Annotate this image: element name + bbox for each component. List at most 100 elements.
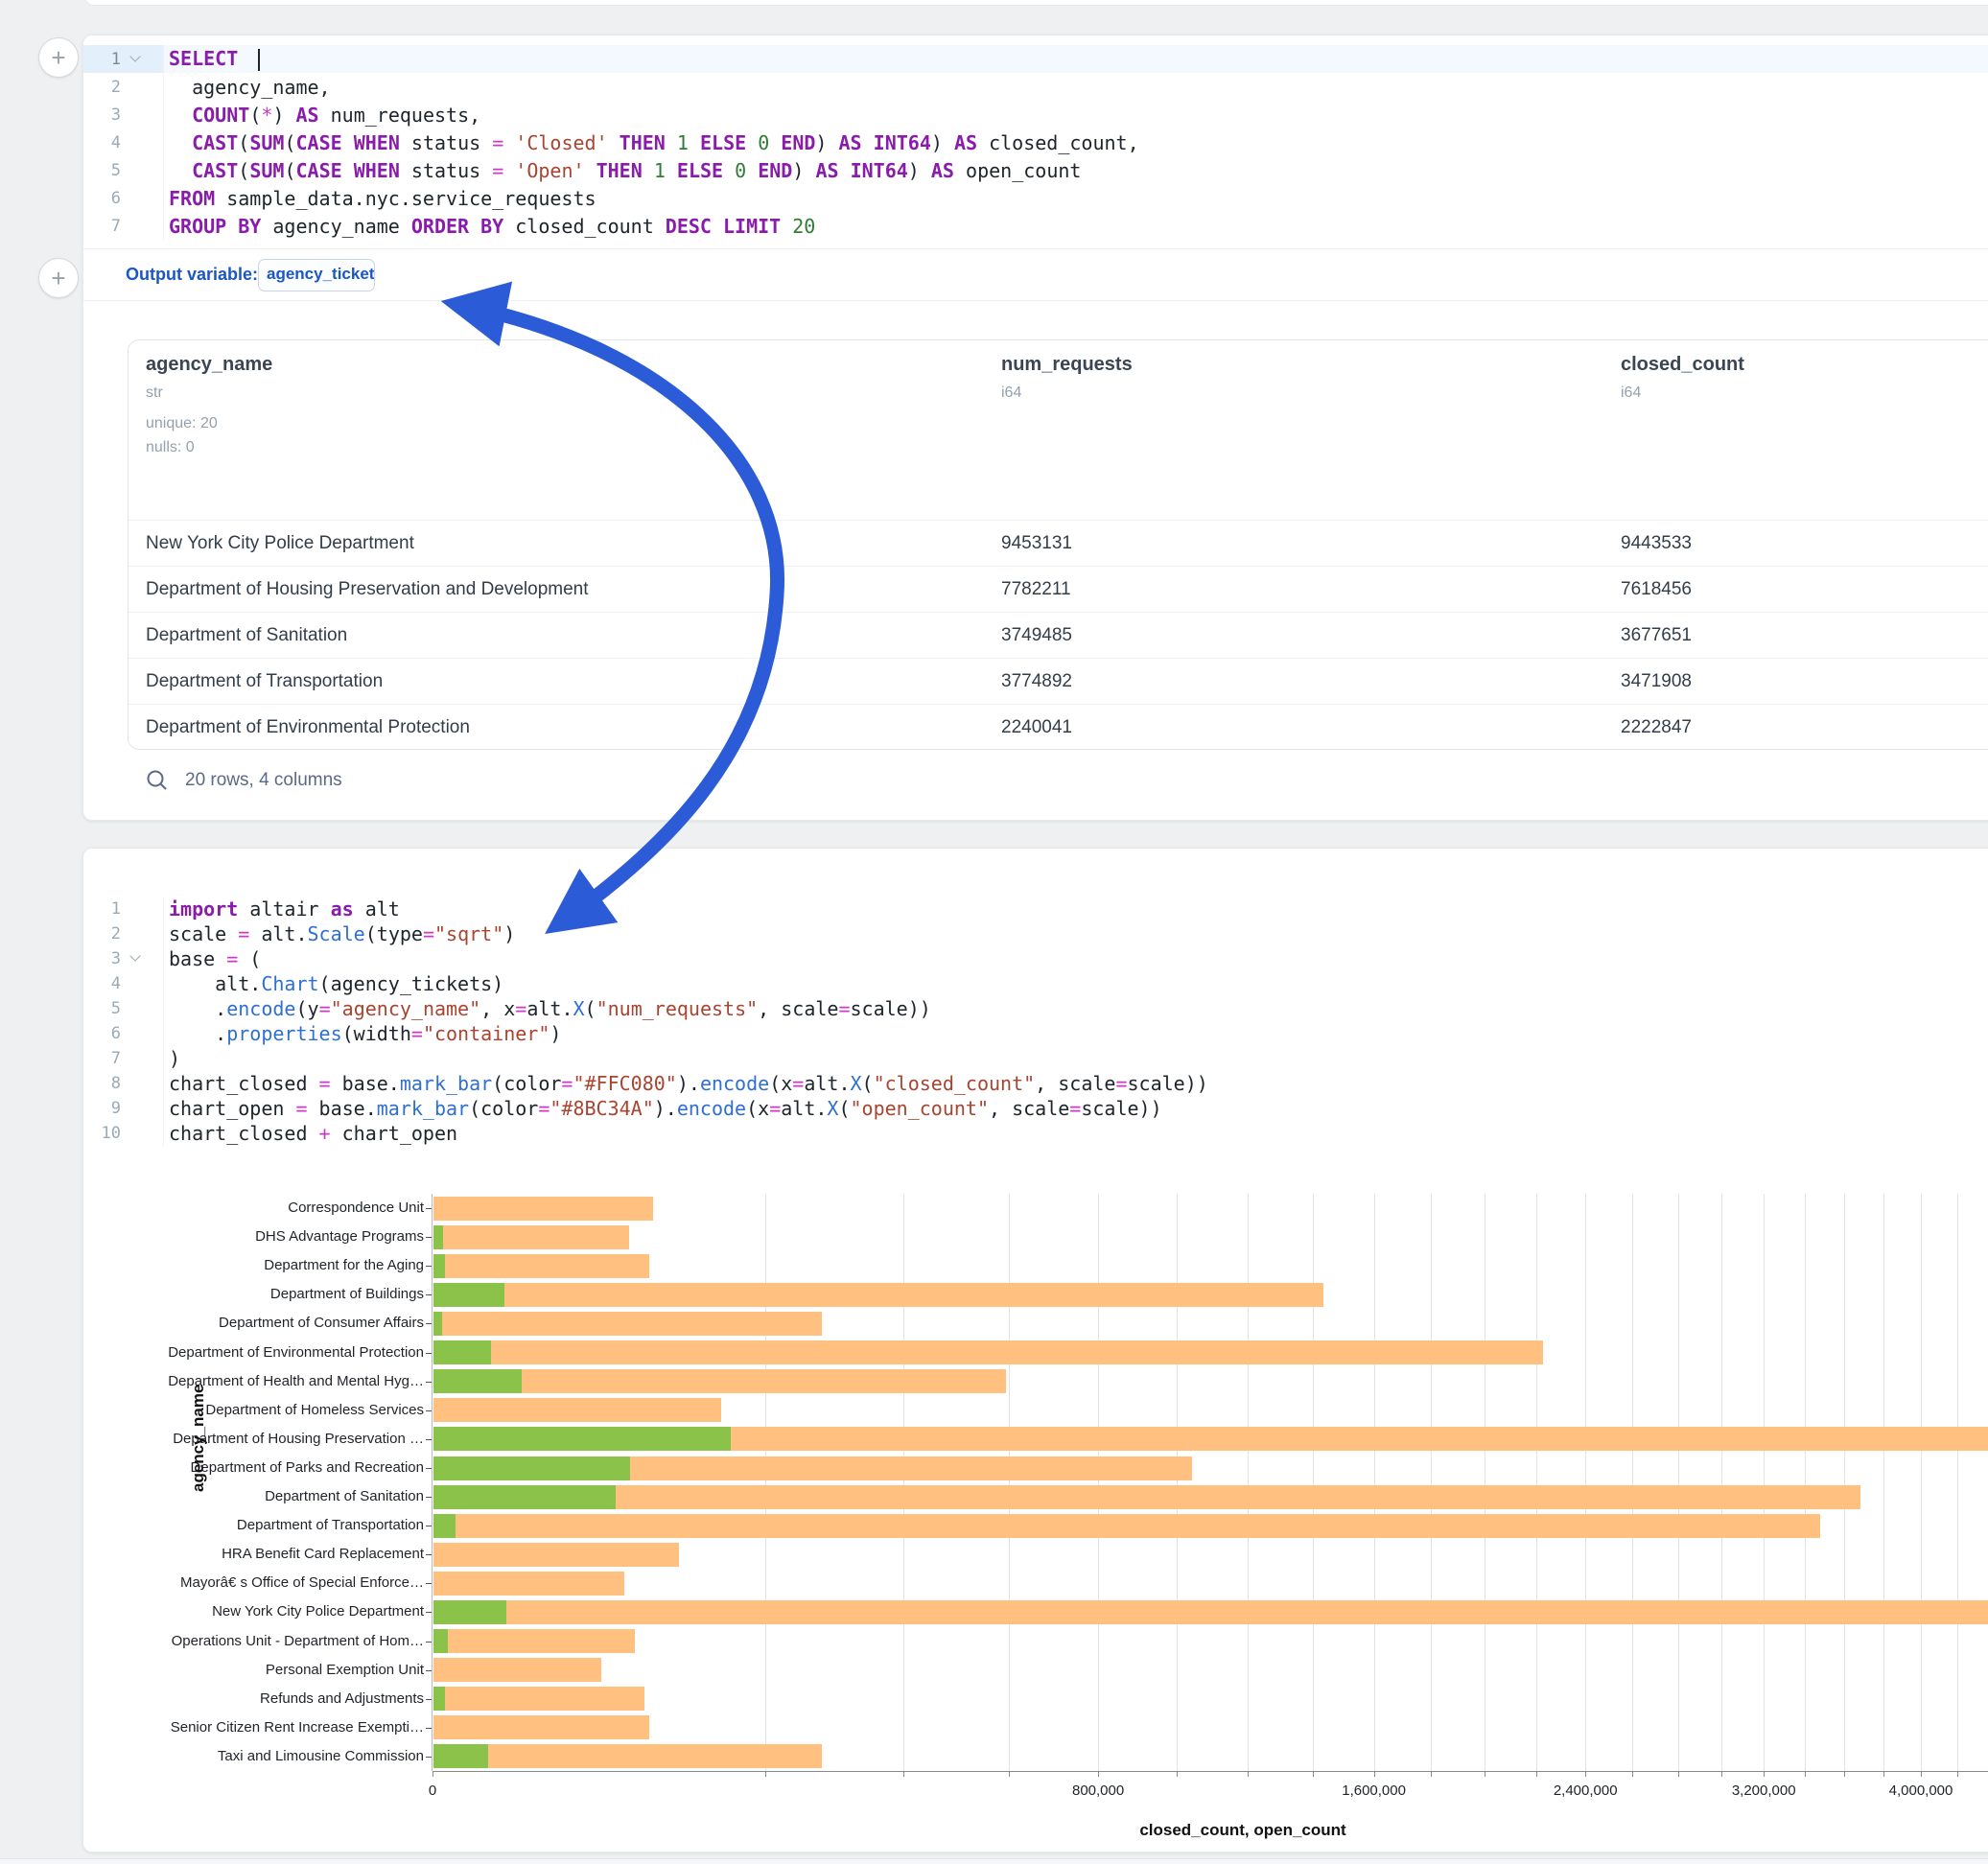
- line-number: 7: [83, 212, 164, 240]
- open-count-bar: [433, 1254, 445, 1278]
- y-axis-label: Department of Buildings: [165, 1286, 424, 1302]
- table-row[interactable]: New York City Police Department945313194…: [129, 520, 1988, 566]
- column-stat: unique: 20: [146, 415, 218, 432]
- code-line[interactable]: 10chart_closed + chart_open: [83, 1121, 1988, 1146]
- closed-count-bar: [433, 1485, 1860, 1509]
- output-variable-pill[interactable]: agency_tickets: [258, 259, 375, 291]
- x-axis-tick: [1883, 1771, 1884, 1777]
- line-number: 1: [83, 897, 164, 921]
- x-axis-tick: [903, 1771, 904, 1777]
- y-axis-label: Operations Unit - Department of Hom…: [165, 1633, 424, 1649]
- code-line[interactable]: 7GROUP BY agency_name ORDER BY closed_co…: [83, 212, 1988, 240]
- table-row[interactable]: Department of Sanitation37494853677651: [129, 612, 1988, 658]
- x-axis-tick: [1431, 1771, 1432, 1777]
- column-header-agency_name[interactable]: agency_name: [146, 354, 272, 376]
- table-cell: Department of Environmental Protection: [146, 717, 470, 738]
- table-body: New York City Police Department945313194…: [129, 520, 1988, 749]
- code-text: ): [164, 1047, 180, 1070]
- code-line[interactable]: 6 .properties(width="container"): [83, 1021, 1988, 1046]
- code-text: import altair as alt: [164, 897, 400, 920]
- gridline: [1844, 1194, 1845, 1771]
- line-number: 9: [83, 1096, 164, 1121]
- closed-count-bar: [433, 1312, 822, 1336]
- fold-chevron-icon[interactable]: [131, 53, 140, 61]
- code-line[interactable]: 1SELECT: [83, 45, 1988, 73]
- result-table: agency_namestrunique: 20nulls: 0num_requ…: [128, 339, 1988, 750]
- gridline: [1177, 1194, 1178, 1771]
- open-count-bar: [433, 1629, 448, 1653]
- x-axis-tick: [1585, 1771, 1586, 1777]
- y-axis-line: [432, 1194, 433, 1771]
- code-line[interactable]: 5 CAST(SUM(CASE WHEN status = 'Open' THE…: [83, 156, 1988, 184]
- x-axis-title: closed_count, open_count: [1139, 1821, 1345, 1840]
- line-number: 6: [83, 184, 164, 212]
- line-number: 1: [83, 45, 164, 73]
- gridline: [1431, 1194, 1432, 1771]
- closed-count-bar: [433, 1398, 721, 1422]
- add-cell-button-middle[interactable]: +: [38, 258, 79, 298]
- column-header-num_requests[interactable]: num_requests: [1001, 354, 1133, 376]
- x-axis-tick: [1536, 1771, 1537, 1777]
- x-axis-tick-label: 4,000,000: [1889, 1782, 1953, 1799]
- code-line[interactable]: 8chart_closed = base.mark_bar(color="#FF…: [83, 1071, 1988, 1096]
- gridline: [765, 1194, 766, 1771]
- closed-count-bar: [433, 1687, 644, 1711]
- code-text: chart_closed + chart_open: [164, 1122, 457, 1145]
- gridline: [1585, 1194, 1586, 1771]
- sql-code-editor[interactable]: 1SELECT 2 agency_name,3 COUNT(*) AS num_…: [83, 45, 1988, 240]
- gridline: [1009, 1194, 1010, 1771]
- add-cell-button-top[interactable]: +: [38, 37, 79, 78]
- code-line[interactable]: 4 alt.Chart(agency_tickets): [83, 971, 1988, 996]
- y-axis-label: Senior Citizen Rent Increase Exempti…: [165, 1719, 424, 1736]
- fold-chevron-icon[interactable]: [131, 952, 140, 961]
- table-cell: 3677651: [1621, 625, 1692, 646]
- code-text: FROM sample_data.nyc.service_requests: [164, 187, 596, 210]
- table-cell: 9453131: [1001, 533, 1072, 554]
- gridline: [1374, 1194, 1375, 1771]
- x-axis-tick: [1805, 1771, 1806, 1777]
- code-text: .encode(y="agency_name", x=alt.X("num_re…: [164, 997, 931, 1020]
- gridline: [1313, 1194, 1314, 1771]
- python-cell-card: 1import altair as alt2scale = alt.Scale(…: [82, 848, 1988, 1852]
- line-number: 5: [83, 996, 164, 1021]
- code-line[interactable]: 3base = (: [83, 946, 1988, 971]
- table-row[interactable]: Department of Housing Preservation and D…: [129, 566, 1988, 612]
- code-text: chart_closed = base.mark_bar(color="#FFC…: [164, 1072, 1208, 1095]
- table-row[interactable]: Department of Transportation377489234719…: [129, 658, 1988, 704]
- code-text: scale = alt.Scale(type="sqrt"): [164, 922, 515, 945]
- open-count-bar: [433, 1744, 488, 1768]
- x-axis-tick: [1632, 1771, 1633, 1777]
- code-line[interactable]: 4 CAST(SUM(CASE WHEN status = 'Closed' T…: [83, 128, 1988, 156]
- code-text: GROUP BY agency_name ORDER BY closed_cou…: [164, 215, 815, 238]
- open-count-bar: [433, 1340, 491, 1364]
- previous-cell-remnant: [84, 0, 1988, 6]
- code-line[interactable]: 9chart_open = base.mark_bar(color="#8BC3…: [83, 1096, 1988, 1121]
- x-axis-line: [433, 1771, 1988, 1772]
- y-axis-label: Mayorâ€ s Office of Special Enforce…: [165, 1574, 424, 1591]
- table-row[interactable]: Department of Environmental Protection22…: [129, 704, 1988, 750]
- altair-chart: Correspondence UnitDHS Advantage Program…: [83, 1161, 1988, 1852]
- open-count-bar: [433, 1369, 522, 1393]
- search-icon[interactable]: [145, 768, 170, 793]
- x-axis-tick: [1764, 1771, 1765, 1777]
- code-line[interactable]: 2 agency_name,: [83, 73, 1988, 101]
- code-line[interactable]: 6FROM sample_data.nyc.service_requests: [83, 184, 1988, 212]
- gridline: [1805, 1194, 1806, 1771]
- code-line[interactable]: 1import altair as alt: [83, 897, 1988, 921]
- open-count-bar: [433, 1225, 443, 1249]
- python-code-editor[interactable]: 1import altair as alt2scale = alt.Scale(…: [83, 897, 1988, 1146]
- gridline: [1678, 1194, 1679, 1771]
- line-number: 3: [83, 101, 164, 128]
- x-axis-tick: [1374, 1771, 1375, 1777]
- line-number: 2: [83, 73, 164, 101]
- table-cell: 9443533: [1621, 533, 1692, 554]
- column-type: i64: [1001, 384, 1021, 402]
- code-line[interactable]: 2scale = alt.Scale(type="sqrt"): [83, 921, 1988, 946]
- code-line[interactable]: 7): [83, 1046, 1988, 1071]
- code-line[interactable]: 3 COUNT(*) AS num_requests,: [83, 101, 1988, 128]
- column-header-closed_count[interactable]: closed_count: [1621, 354, 1744, 376]
- closed-count-bar: [433, 1572, 624, 1596]
- closed-count-bar: [433, 1744, 822, 1768]
- line-number: 10: [83, 1121, 164, 1146]
- code-line[interactable]: 5 .encode(y="agency_name", x=alt.X("num_…: [83, 996, 1988, 1021]
